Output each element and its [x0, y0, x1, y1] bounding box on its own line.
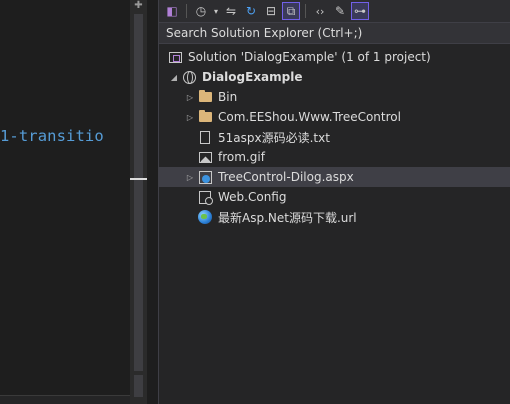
config-file-icon [197, 189, 213, 205]
tree-item-gif-file[interactable]: from.gif [159, 147, 510, 167]
tree-item-txt-file[interactable]: 51aspx源码必读.txt [159, 127, 510, 147]
scroll-position-marker [130, 178, 147, 180]
globe-icon [197, 209, 213, 225]
scrollbar-lower-track[interactable] [134, 375, 143, 397]
tree-item-bin[interactable]: ▷ Bin [159, 87, 510, 107]
expand-arrow-icon[interactable]: ▷ [183, 93, 197, 102]
tree-item-label: from.gif [218, 150, 265, 164]
tree-item-url-file[interactable]: 最新Asp.Net源码下载.url [159, 207, 510, 227]
solution-explorer: ◧ ◷ ▾ ⇋ ↻ ⊟ ⧉ ‹› ✎ ⊶ Search Solution Exp… [158, 0, 510, 404]
toolbar-separator [186, 4, 187, 18]
solution-explorer-toolbar: ◧ ◷ ▾ ⇋ ↻ ⊟ ⧉ ‹› ✎ ⊶ [159, 0, 510, 22]
refresh-icon[interactable]: ↻ [242, 2, 260, 20]
folder-icon [197, 89, 213, 105]
scrollbar-thumb[interactable] [134, 14, 143, 371]
collapse-arrow-icon[interactable]: ◢ [167, 73, 181, 82]
expand-arrow-icon[interactable]: ▷ [183, 113, 197, 122]
editor-vertical-scrollbar[interactable]: ✚ [130, 0, 147, 404]
preview-icon[interactable]: ⊶ [351, 2, 369, 20]
solution-icon [167, 49, 183, 65]
search-input[interactable]: Search Solution Explorer (Ctrl+;) [159, 22, 510, 44]
history-icon[interactable]: ◷ [192, 2, 210, 20]
tree-item-label: Solution 'DialogExample' (1 of 1 project… [188, 50, 431, 64]
tree-item-label: Bin [218, 90, 238, 104]
dropdown-arrow-icon[interactable]: ▾ [212, 2, 220, 20]
code-line: 1-transitio [0, 127, 104, 145]
tree-item-treecontrol-folder[interactable]: ▷ Com.EEShou.Www.TreeControl [159, 107, 510, 127]
tree-item-project[interactable]: ◢ DialogExample [159, 67, 510, 87]
folder-icon [197, 109, 213, 125]
text-file-icon [197, 129, 213, 145]
view-code-icon[interactable]: ‹› [311, 2, 329, 20]
sync-icon[interactable]: ⇋ [222, 2, 240, 20]
solution-tree: Solution 'DialogExample' (1 of 1 project… [159, 47, 510, 227]
tree-item-label: Com.EEShou.Www.TreeControl [218, 110, 401, 124]
tree-item-label: DialogExample [202, 70, 303, 84]
editor-horizontal-scrollbar[interactable] [0, 395, 130, 404]
tree-item-web-config[interactable]: Web.Config [159, 187, 510, 207]
tree-item-label: 最新Asp.Net源码下载.url [218, 210, 357, 225]
vs-icon[interactable]: ◧ [163, 2, 181, 20]
toolbar-separator [305, 4, 306, 18]
code-editor[interactable]: 1-transitio [0, 0, 130, 404]
split-view-icon[interactable]: ✚ [130, 0, 147, 14]
tree-item-label: TreeControl-Dilog.aspx [218, 170, 354, 184]
web-project-icon [181, 69, 197, 85]
expand-arrow-icon[interactable]: ▷ [183, 173, 197, 182]
tree-item-label: 51aspx源码必读.txt [218, 130, 330, 145]
properties-icon[interactable]: ✎ [331, 2, 349, 20]
collapse-all-icon[interactable]: ⊟ [262, 2, 280, 20]
tree-item-solution[interactable]: Solution 'DialogExample' (1 of 1 project… [159, 47, 510, 67]
pane-splitter[interactable] [147, 0, 158, 404]
tree-item-aspx-file[interactable]: ▷ TreeControl-Dilog.aspx [159, 167, 510, 187]
image-file-icon [197, 149, 213, 165]
tree-item-label: Web.Config [218, 190, 287, 204]
show-all-files-icon[interactable]: ⧉ [282, 2, 300, 20]
aspx-file-icon [197, 169, 213, 185]
